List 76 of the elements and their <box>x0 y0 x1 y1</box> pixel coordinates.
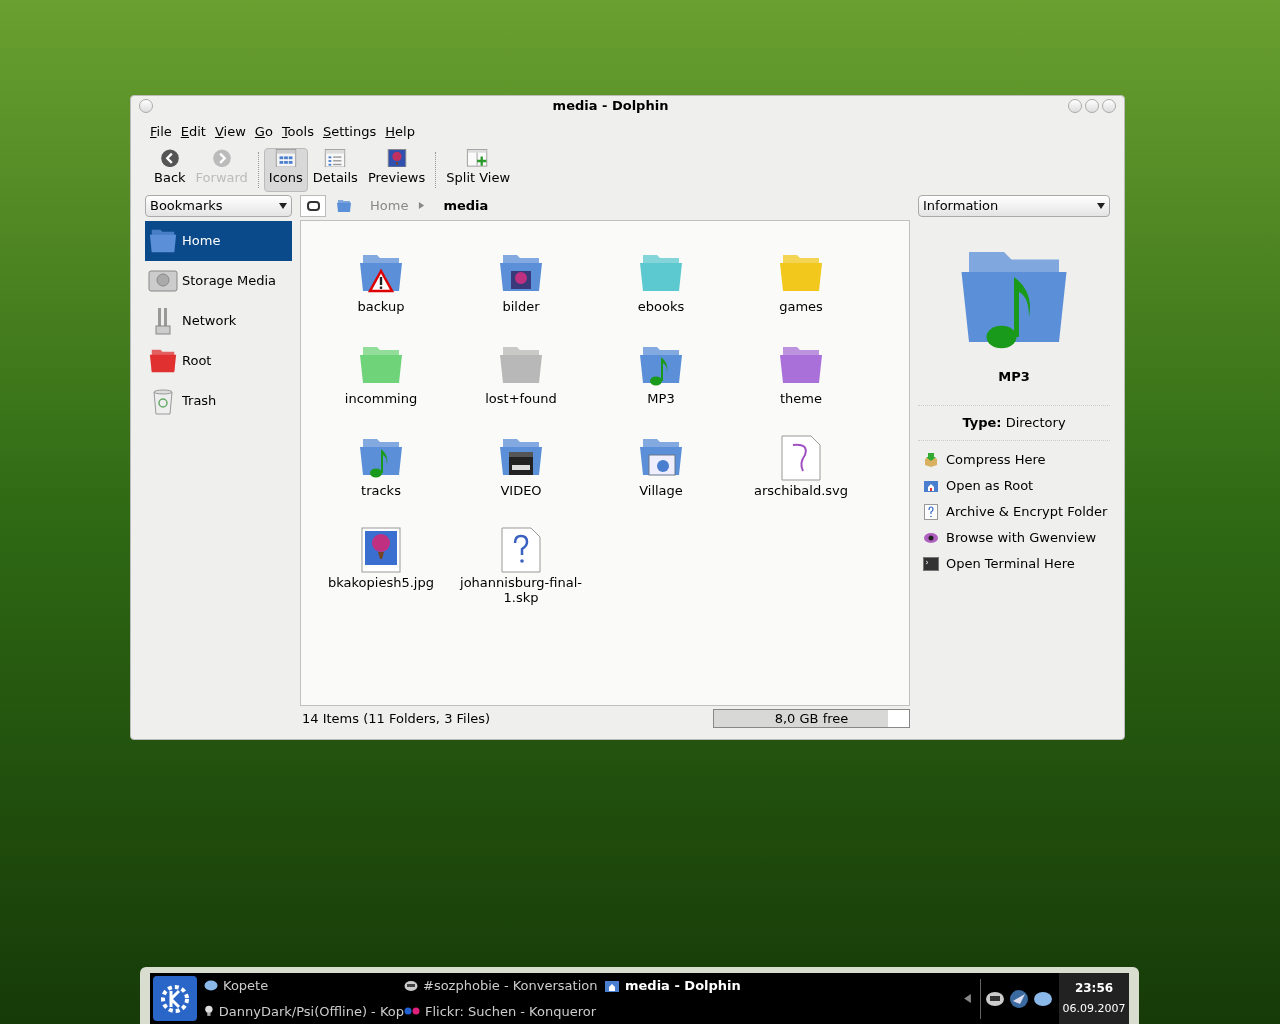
task-button[interactable]: Flickr: Suchen - Konqueror <box>404 998 604 1024</box>
menu-item[interactable]: Settings <box>322 122 377 142</box>
menu-item[interactable]: Tools <box>281 122 314 142</box>
terminal-icon <box>923 556 939 571</box>
place-item[interactable]: Trash <box>145 380 292 421</box>
grid-entry[interactable]: lost+found <box>451 336 591 429</box>
toolbar-button[interactable]: Icons <box>263 147 308 192</box>
toolbar-button[interactable]: Back <box>149 147 191 192</box>
question-file-icon <box>924 503 938 520</box>
info-type: Type: Directory <box>961 414 1067 432</box>
eye-icon <box>923 530 939 545</box>
speech-bubble-tray-icon[interactable] <box>1033 989 1053 1008</box>
place-item[interactable]: Home <box>145 220 292 261</box>
menu-item[interactable]: Go <box>254 122 273 142</box>
balloon-picture-icon <box>386 148 407 167</box>
menu-item[interactable]: View <box>214 122 246 142</box>
kde-menu-button[interactable] <box>153 976 197 1021</box>
menu-item[interactable]: File <box>150 122 172 142</box>
toolbar-button[interactable]: Details <box>307 147 363 192</box>
grid-entry[interactable]: ebooks <box>591 244 731 337</box>
grid-entry[interactable]: VIDEO <box>451 428 591 521</box>
grid-entry[interactable]: tracks <box>311 428 451 521</box>
information-dropdown[interactable]: Information <box>918 194 1110 217</box>
menu-item[interactable]: Help <box>385 122 415 142</box>
grid-entry[interactable]: bkakopiesh5.jpg <box>311 520 451 613</box>
window-title: media - Dolphin <box>551 97 670 116</box>
two-dots-icon <box>404 1007 420 1016</box>
action-item[interactable]: Archive & Encrypt Folder <box>918 498 1110 525</box>
clock-time[interactable]: 23:56 <box>1074 979 1114 998</box>
action-item[interactable]: Browse with Gwenview <box>918 524 1110 551</box>
place-item[interactable]: Root <box>145 340 292 381</box>
action-item[interactable]: Compress Here <box>918 446 1110 473</box>
speech-bubble-icon <box>204 979 218 992</box>
grid-entry[interactable]: johannisburg-final-1.skp <box>451 520 591 613</box>
icon-grid-icon <box>274 148 297 167</box>
places-dropdown[interactable]: Bookmarks <box>145 194 292 217</box>
grid-entry[interactable]: arschibald.svg <box>731 428 871 521</box>
grid-entry[interactable]: theme <box>731 336 871 429</box>
menu-item[interactable]: Edit <box>180 122 206 142</box>
task-button[interactable]: Kopete <box>204 973 404 999</box>
place-item[interactable]: Storage Media <box>145 260 292 301</box>
grid-entry[interactable]: incomming <box>311 336 451 429</box>
image-file-icon <box>361 526 401 573</box>
gear-k-icon <box>159 982 191 1015</box>
unknown-file-icon <box>501 526 541 573</box>
grid-entry[interactable]: Village <box>591 428 731 521</box>
home-folder-icon <box>336 197 352 214</box>
grid-entry[interactable]: bilder <box>451 244 591 337</box>
free-space-bar: 8,0 GB free <box>713 709 910 728</box>
dropdown-arrow-icon <box>1097 201 1105 210</box>
toolbar-button[interactable]: Split View <box>441 147 516 192</box>
action-item[interactable]: Open Terminal Here <box>918 550 1110 577</box>
vector-file-icon <box>781 434 821 481</box>
grid-entry[interactable]: games <box>731 244 871 337</box>
clock-date: 06.09.2007 <box>1062 1001 1126 1018</box>
detail-list-icon <box>324 148 347 167</box>
paper-plane-tray-icon[interactable] <box>1009 988 1029 1009</box>
action-item[interactable]: Open as Root <box>918 472 1110 499</box>
light-bulb-icon <box>204 1004 214 1019</box>
grid-entry[interactable]: backup <box>311 244 451 337</box>
package-icon <box>923 451 939 468</box>
task-button[interactable]: #sozphobie - Konversation <box>404 973 604 999</box>
grid-entry[interactable]: MP3 <box>591 336 731 429</box>
toolbar-button[interactable]: Previews <box>362 147 431 192</box>
task-button[interactable]: DannyDark/Psi(Offline) - Kop <box>204 998 404 1024</box>
place-item[interactable]: Network <box>145 300 292 341</box>
status-text: 14 Items (11 Folders, 3 Files) <box>301 709 491 728</box>
breadcrumb-item[interactable]: media <box>435 195 489 216</box>
collapse-arrow-icon <box>963 994 972 1003</box>
house-folder-icon <box>604 978 620 993</box>
panel-toggle-icon[interactable] <box>300 194 326 217</box>
breadcrumb-arrow-icon <box>418 202 426 209</box>
dropdown-arrow-icon <box>279 201 287 210</box>
chat-bubble-icon <box>404 979 418 992</box>
info-name: MP3 <box>997 367 1031 386</box>
task-button[interactable]: media - Dolphin <box>604 973 744 996</box>
